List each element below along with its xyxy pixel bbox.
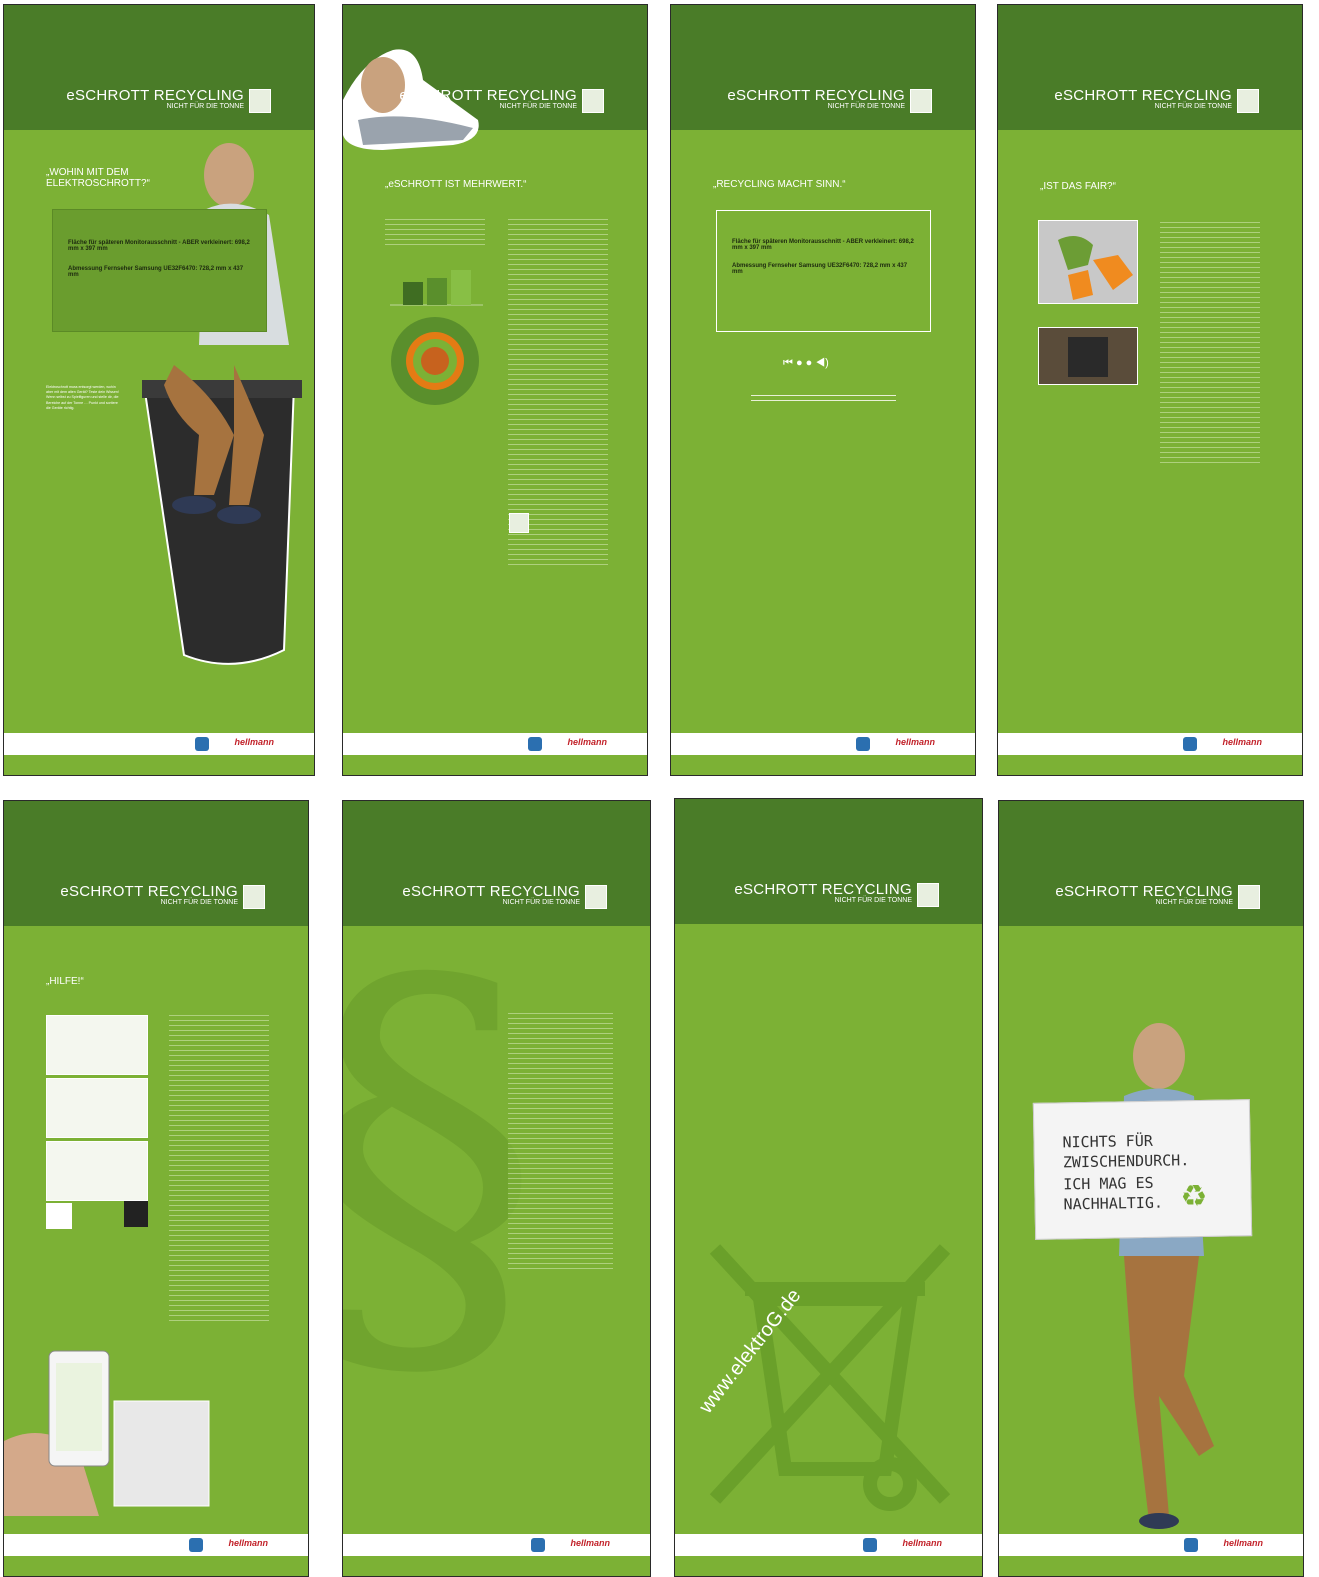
bin-logo-icon [585, 885, 607, 909]
crossed-bin-icon [509, 513, 529, 533]
panel-wohin: eSCHROTT RECYCLING NICHT FÜR DIE TONNE F… [3, 4, 315, 776]
certification-logo-icon [531, 1538, 545, 1552]
hellmann-logo: hellmann [895, 737, 935, 747]
bin-logo-icon [243, 885, 265, 909]
hellmann-logo: hellmann [228, 1538, 268, 1548]
app-screenshot-2 [46, 1078, 148, 1138]
bottom-band [4, 755, 314, 775]
hand-with-phone-image [4, 1350, 210, 1516]
brand-title: eSCHROTT RECYCLING NICHT FÜR DIE TONNE [727, 87, 905, 110]
certification-logo-icon [1183, 737, 1197, 751]
certification-logo-icon [189, 1538, 203, 1552]
app-screenshot-1 [46, 1015, 148, 1075]
certification-logo-icon [856, 737, 870, 751]
bottom-band [4, 1556, 308, 1576]
panel-quote: „eSCHROTT IST MEHRWERT.“ [385, 179, 527, 190]
panel-elektrog: eSCHROTT RECYCLING NICHT FÜR DIE TONNE w… [674, 798, 983, 1577]
panel-footer: hellmann [998, 733, 1302, 755]
hellmann-logo: hellmann [570, 1538, 610, 1548]
bin-logo-icon [582, 89, 604, 113]
panel-footer: hellmann [343, 1534, 650, 1556]
panel-footer: hellmann [343, 733, 647, 755]
export-map-image [1038, 220, 1138, 304]
recycle-heart-icon: ♻ [1180, 1179, 1208, 1214]
panel-body-text: Elektroschrott muss entsorgt werden, woh… [46, 385, 119, 410]
panel-footer: hellmann [671, 733, 975, 755]
certification-logo-icon [1184, 1538, 1198, 1552]
panel-body-text-column-left [385, 217, 485, 247]
hellmann-logo: hellmann [902, 1538, 942, 1548]
brand-title: eSCHROTT RECYCLING NICHT FÜR DIE TONNE [734, 881, 912, 904]
bin-logo-icon [910, 89, 932, 113]
panel-mehrwert: eSCHROTT RECYCLING NICHT FÜR DIE TONNE „… [342, 4, 648, 776]
hellmann-logo: hellmann [234, 737, 274, 747]
brand-title: eSCHROTT RECYCLING NICHT FÜR DIE TONNE [60, 883, 238, 906]
bin-logo-icon [249, 89, 271, 113]
panel-body-text-column [508, 1011, 613, 1271]
bottom-band [671, 755, 975, 775]
sign-line-3: ICH MAG ES [1063, 1173, 1154, 1194]
small-bar-chart [390, 270, 483, 306]
truck-photo-image [1038, 327, 1138, 385]
bottom-band [343, 755, 647, 775]
bottom-band [343, 1556, 650, 1576]
hellmann-logo: hellmann [567, 737, 607, 747]
panel-hilfe: eSCHROTT RECYCLING NICHT FÜR DIE TONNE „… [3, 800, 309, 1577]
panel-body-text-column [1160, 220, 1260, 465]
controls-caption [751, 393, 896, 405]
hellmann-logo: hellmann [1223, 1538, 1263, 1548]
bin-logo-icon [917, 883, 939, 907]
panel-recycling-sinn: eSCHROTT RECYCLING NICHT FÜR DIE TONNE „… [670, 4, 976, 776]
monitor-placeholder-frame: Fläche für späteren Monitorausschnitt - … [716, 210, 931, 332]
monitor-placeholder-box: Fläche für späteren Monitorausschnitt - … [52, 209, 267, 332]
panel-quote: „WOHIN MIT DEM ELEKTROSCHROTT?“ [46, 167, 150, 189]
sign-board: NICHTS FÜR ZWISCHENDURCH. ICH MAG ES NAC… [1032, 1099, 1253, 1240]
panel-fair: eSCHROTT RECYCLING NICHT FÜR DIE TONNE „… [997, 4, 1303, 776]
panel-quote: „HILFE!“ [46, 976, 84, 987]
bin-logo-icon [1238, 885, 1260, 909]
sign-line-2: ZWISCHENDURCH. [1062, 1151, 1190, 1172]
panel-paragraph: eSCHROTT RECYCLING NICHT FÜR DIE TONNE §… [342, 800, 651, 1577]
bin-logo-icon [1237, 89, 1259, 113]
person-with-sign-image [1119, 1023, 1214, 1529]
sign-line-4: NACHHALTIG. [1063, 1193, 1164, 1214]
sign-line-1: NICHTS FÜR [1062, 1131, 1153, 1152]
certification-logo-icon [195, 737, 209, 751]
panel-body-text-column [169, 1013, 269, 1323]
bottom-band [999, 1556, 1303, 1576]
brand-title: eSCHROTT RECYCLING NICHT FÜR DIE TONNE [66, 87, 244, 110]
circular-cycle-diagram [391, 317, 479, 405]
panel-footer: hellmann [999, 1534, 1303, 1556]
app-screenshot-3 [46, 1141, 148, 1201]
bottom-band [998, 755, 1302, 775]
app-store-badge-icon [124, 1201, 148, 1227]
panel-nachhaltig: eSCHROTT RECYCLING NICHT FÜR DIE TONNE N… [998, 800, 1304, 1577]
certification-logo-icon [863, 1538, 877, 1552]
hellmann-logo: hellmann [1222, 737, 1262, 747]
certification-logo-icon [528, 737, 542, 751]
brand-title: eSCHROTT RECYCLING NICHT FÜR DIE TONNE [1054, 87, 1232, 110]
panel-quote: „IST DAS FAIR?“ [1040, 181, 1116, 192]
panel-footer: hellmann [4, 1534, 308, 1556]
brand-title: eSCHROTT RECYCLING NICHT FÜR DIE TONNE [1055, 883, 1233, 906]
panel-quote: „RECYCLING MACHT SINN.“ [713, 179, 846, 190]
panel-footer: hellmann [675, 1534, 982, 1556]
qr-code-icon [46, 1203, 72, 1229]
bottom-band [675, 1556, 982, 1576]
brand-title: eSCHROTT RECYCLING NICHT FÜR DIE TONNE [399, 87, 577, 110]
media-controls[interactable]: ⏮ ● ● ◀) [783, 357, 829, 370]
panel-footer: hellmann [4, 733, 314, 755]
